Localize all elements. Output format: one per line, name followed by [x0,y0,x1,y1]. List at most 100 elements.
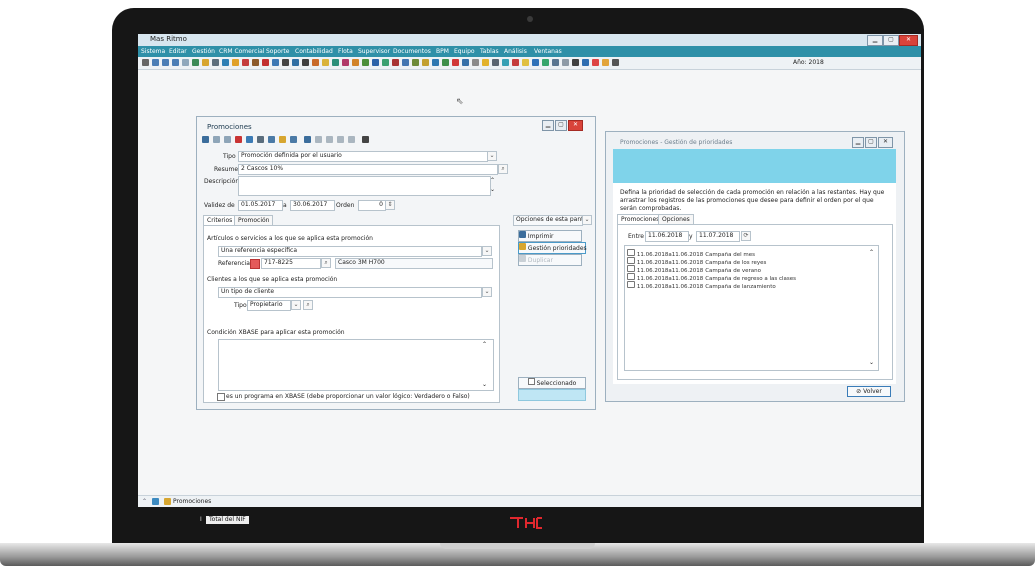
search-icon[interactable]: ⌕ [303,300,313,310]
chevron-down-icon[interactable]: ⌄ [482,287,492,297]
priority-minimize-button[interactable]: ▁ [852,137,864,148]
calendar-grid-icon[interactable] [472,59,479,66]
refresh-icon[interactable] [290,136,297,143]
star-icon[interactable] [322,59,329,66]
last-icon[interactable] [348,136,355,143]
prev-icon[interactable] [326,136,333,143]
referencia-input[interactable]: 717-8225 [261,258,321,269]
truck-icon[interactable] [252,59,259,66]
chart-icon[interactable] [312,59,319,66]
contact-icon[interactable] [372,59,379,66]
sync-icon[interactable] [612,59,619,66]
tree-icon[interactable] [362,59,369,66]
taskbar-up-icon[interactable]: ⌃ [142,498,147,505]
grid-icon[interactable] [302,59,309,66]
scroll-up-icon[interactable]: ⌃ [869,249,874,257]
briefcase-icon[interactable] [262,59,269,66]
entre-to-input[interactable]: 11.07.2018 [696,231,740,242]
tree-icon[interactable] [268,136,275,143]
condicion-textarea[interactable] [218,339,494,391]
key-icon[interactable] [232,59,239,66]
promo-maximize-button[interactable]: ▢ [555,120,567,131]
pencil-icon[interactable] [522,59,529,66]
user-icon[interactable] [222,59,229,66]
scroll-up-icon[interactable]: ⌃ [490,177,495,184]
next-icon[interactable] [337,136,344,143]
note-icon[interactable] [482,59,489,66]
list-icon[interactable] [432,59,439,66]
menu-tablas[interactable]: Tablas [480,48,499,55]
copy-icon[interactable] [224,136,231,143]
table-icon[interactable] [402,59,409,66]
check-icon[interactable] [542,59,549,66]
menu-flota[interactable]: Flota [338,48,353,55]
opciones-select[interactable]: Opciones de esta panta [513,215,583,226]
chevron-down-icon[interactable]: ⌄ [291,300,301,310]
tag-icon[interactable] [422,59,429,66]
invoice-icon[interactable] [442,59,449,66]
forward-icon[interactable] [162,59,169,66]
articulos-select[interactable]: Una referencia específica [218,246,482,257]
bag-icon[interactable] [382,59,389,66]
help-icon[interactable] [362,136,369,143]
search-icon[interactable]: ⌕ [321,258,331,268]
refresh-icon[interactable]: ⟳ [741,231,751,241]
search-icon[interactable] [292,59,299,66]
refresh-icon[interactable] [172,59,179,66]
back-icon[interactable] [152,59,159,66]
search-icon[interactable]: ⌕ [498,164,508,174]
scroll-down-icon[interactable]: ⌄ [869,359,874,367]
menu-sistema[interactable]: Sistema [141,48,165,55]
display-icon[interactable] [552,59,559,66]
barcode-icon[interactable] [250,259,260,269]
scroll-down-icon[interactable]: ⌄ [482,381,487,388]
menu-contabilidad[interactable]: Contabilidad [295,48,333,55]
list-item[interactable]: 11.06.2018a11.06.2018 Campaña de lanzami… [627,281,875,291]
tools-icon[interactable] [242,59,249,66]
music-icon[interactable] [342,59,349,66]
settings-icon[interactable] [142,59,149,66]
volver-button[interactable]: ⊘ Volver [847,386,891,397]
chevron-down-icon[interactable]: ⌄ [482,246,492,256]
menu-analisis[interactable]: Análisis [504,48,527,55]
validez-from-input[interactable]: 01.05.2017 [238,200,283,211]
help-icon[interactable] [592,59,599,66]
maximize-button[interactable]: ▢ [883,35,899,46]
cliente-tipo-select[interactable]: Propietario [247,300,291,311]
table-icon[interactable] [246,136,253,143]
calendar-icon[interactable] [272,59,279,66]
filter-icon[interactable] [279,136,286,143]
menu-soporte[interactable]: Soporte [266,48,289,55]
menu-editar[interactable]: Editar [169,48,187,55]
lightbulb-icon[interactable] [602,59,609,66]
box-icon[interactable] [352,59,359,66]
seleccionado-toggle[interactable]: Seleccionado [518,377,586,389]
edit-icon[interactable] [582,59,589,66]
inbox-icon[interactable] [392,59,399,66]
priority-close-button[interactable]: ✕ [878,137,893,148]
tipo-select[interactable]: Promoción definida por el usuario [238,151,488,162]
new-doc-icon[interactable] [213,136,220,143]
menu-bpm[interactable]: BPM [436,48,449,55]
resumen-input[interactable]: 2 Cascos 10% [238,164,498,175]
first-icon[interactable] [315,136,322,143]
xbase-checkbox[interactable] [217,393,225,401]
close-button[interactable]: ✕ [899,35,918,46]
menu-documentos[interactable]: Documentos [393,48,431,55]
dollar-icon[interactable] [212,59,219,66]
menu-ventanas[interactable]: Ventanas [534,48,562,55]
bookmark-icon[interactable] [532,59,539,66]
delete-icon[interactable] [235,136,242,143]
orden-stepper[interactable]: ⇕ [385,200,395,210]
menu-gestion[interactable]: Gestión [192,48,215,55]
chevron-down-icon[interactable]: ⌄ [487,151,497,161]
file-icon[interactable] [562,59,569,66]
spreadsheet-icon[interactable] [192,59,199,66]
taskbar-item-promociones[interactable]: Promociones [173,498,211,505]
duplicar-button[interactable]: Duplicar [518,254,582,266]
priority-maximize-button[interactable]: ▢ [865,137,877,148]
people-icon[interactable] [332,59,339,66]
preview-icon[interactable] [304,136,311,143]
grid-icon[interactable] [257,136,264,143]
database-icon[interactable] [492,59,499,66]
